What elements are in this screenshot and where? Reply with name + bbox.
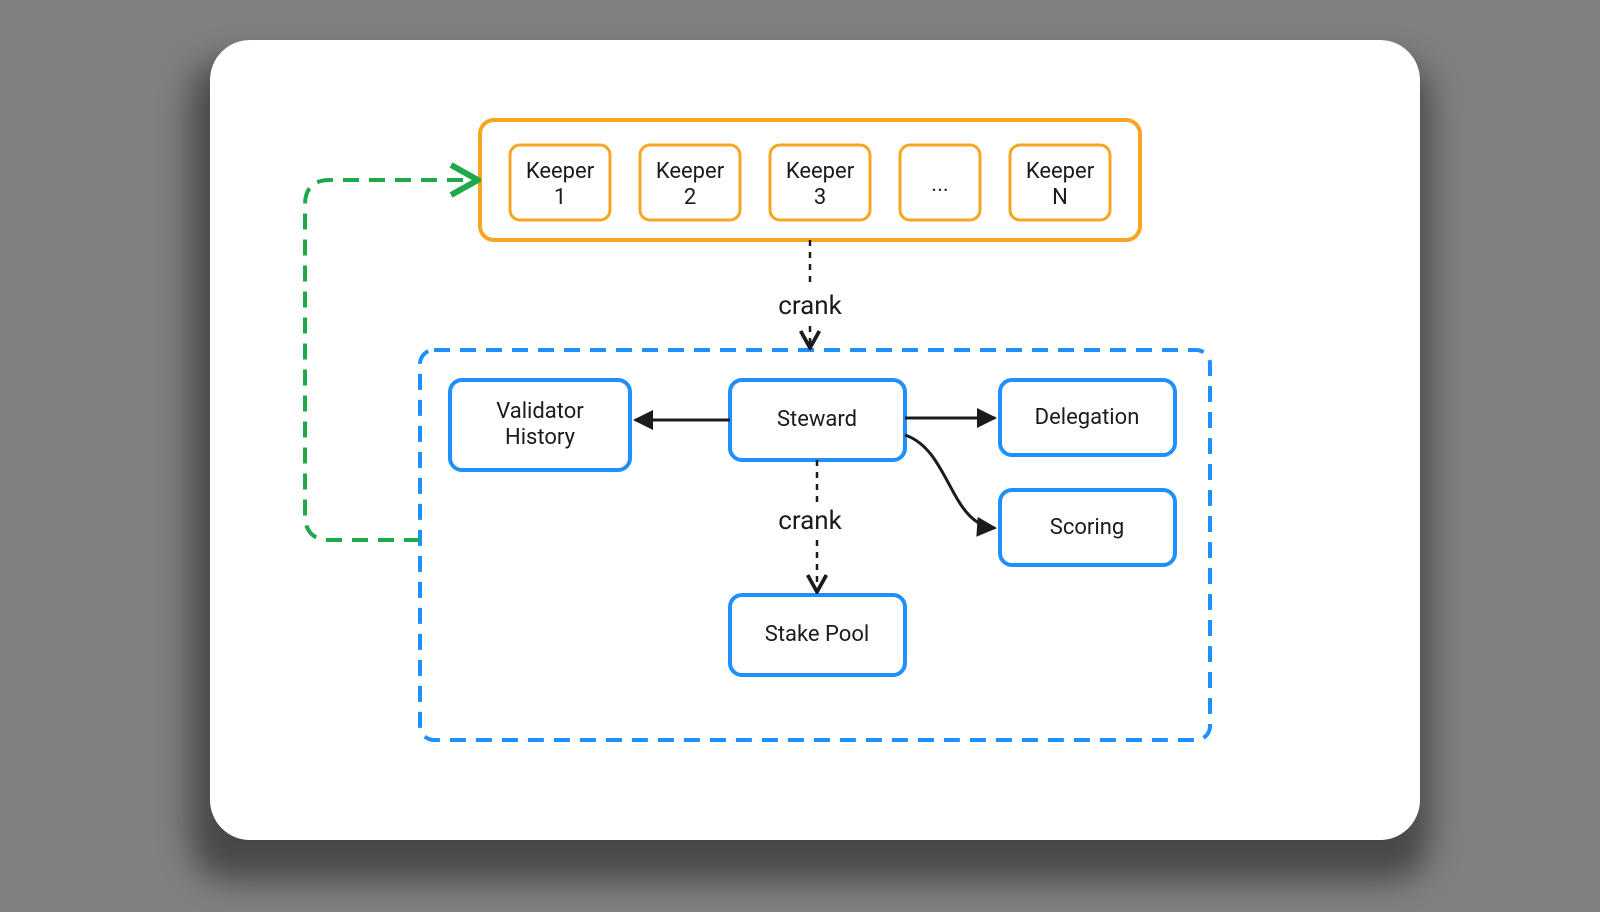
arrow-feedback-green: [305, 180, 475, 540]
arrow-steward-to-scoring: [905, 435, 995, 528]
crank-label-bottom: crank: [778, 506, 842, 536]
svg-text:Keeper: Keeper: [786, 159, 855, 184]
crank-label-top: crank: [778, 291, 842, 321]
scoring-node: Scoring: [1000, 490, 1175, 565]
svg-text:Steward: Steward: [777, 407, 857, 432]
svg-text:3: 3: [814, 185, 826, 210]
validator-history-node: Validator History: [450, 380, 630, 470]
delegation-node: Delegation: [1000, 380, 1175, 455]
steward-node: Steward: [730, 380, 905, 460]
svg-text:...: ...: [931, 172, 948, 197]
svg-text:Keeper: Keeper: [526, 159, 595, 184]
keeper-3: Keeper 3: [770, 145, 870, 220]
keeper-2: Keeper 2: [640, 145, 740, 220]
svg-text:History: History: [505, 425, 576, 450]
svg-text:Validator: Validator: [496, 399, 584, 424]
keeper-1: Keeper 1: [510, 145, 610, 220]
svg-text:1: 1: [554, 185, 566, 210]
keeper-ellipsis: ...: [900, 145, 980, 220]
diagram-svg: Keeper 1 Keeper 2 Keeper 3 ... Keeper N: [210, 40, 1420, 840]
svg-text:Keeper: Keeper: [1026, 159, 1095, 184]
stake-pool-node: Stake Pool: [730, 595, 905, 675]
svg-text:N: N: [1052, 185, 1068, 210]
stage: Keeper 1 Keeper 2 Keeper 3 ... Keeper N: [0, 0, 1600, 912]
diagram-card: Keeper 1 Keeper 2 Keeper 3 ... Keeper N: [210, 40, 1420, 840]
svg-text:Delegation: Delegation: [1035, 405, 1140, 430]
svg-text:2: 2: [684, 185, 696, 210]
svg-text:Stake Pool: Stake Pool: [765, 622, 869, 647]
svg-text:Keeper: Keeper: [656, 159, 725, 184]
svg-text:Scoring: Scoring: [1050, 515, 1124, 540]
keeper-n: Keeper N: [1010, 145, 1110, 220]
